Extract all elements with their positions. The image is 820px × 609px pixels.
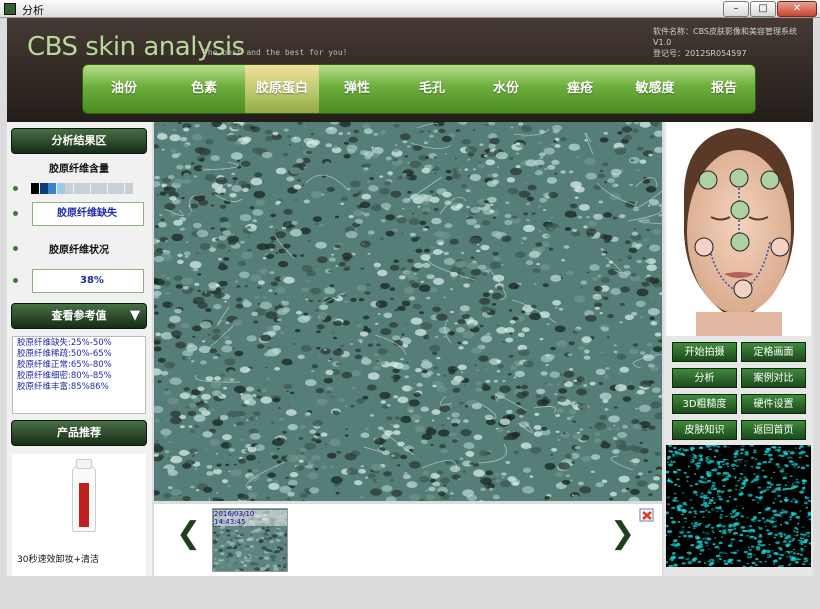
bullet-icon xyxy=(13,278,18,283)
status-bar xyxy=(0,576,820,609)
tab-elasticity[interactable]: 弹性 xyxy=(319,65,395,113)
window-titlebar: 分析 – □ ✕ xyxy=(0,0,820,18)
scale-swatch xyxy=(116,183,124,194)
capture-thumbnail[interactable]: 2016/03/10 14:43:45 xyxy=(212,508,288,572)
scale-swatch xyxy=(107,183,116,194)
software-name: 软件名称：CBS皮肤影像和美容管理系统V1.0 xyxy=(653,27,798,47)
reference-item: 胶原纤维丰富:85%86% xyxy=(17,382,109,392)
point-forehead-center xyxy=(729,168,749,188)
analysis-map-texture xyxy=(666,445,811,567)
scale-swatch xyxy=(124,183,133,194)
status-value: 38% xyxy=(32,269,144,293)
reference-item: 胶原纤维稀疏:50%-65% xyxy=(17,349,112,359)
point-nose xyxy=(730,232,750,252)
product-card[interactable]: 30秒速效卸妆+清洁 xyxy=(12,454,146,576)
control-panel: 开始拍摄 定格画面 分析 案例对比 3D粗糙度 硬件设置 皮肤知识 返回首页 xyxy=(664,122,813,576)
prev-arrow-icon[interactable]: ❮ xyxy=(176,516,201,551)
skin-micro-image xyxy=(154,122,662,501)
software-info: 软件名称：CBS皮肤影像和美容管理系统V1.0 登记号：2012SR054597 xyxy=(653,26,813,59)
bullet-icon xyxy=(13,246,18,251)
collagen-analysis-map xyxy=(666,445,811,567)
reference-item: 胶原纤维正常:65%-80% xyxy=(17,360,112,370)
minimize-button[interactable]: – xyxy=(723,1,749,17)
hardware-settings-button[interactable]: 硬件设置 xyxy=(741,394,806,414)
scale-swatch xyxy=(82,183,90,194)
reference-title: 查看参考值 xyxy=(51,309,107,322)
reference-toggle[interactable]: 查看参考值 ▼ xyxy=(11,303,147,329)
roughness-3d-button[interactable]: 3D粗糙度 xyxy=(672,394,737,414)
window-title: 分析 xyxy=(22,4,44,17)
app-icon xyxy=(4,3,16,15)
scale-swatch xyxy=(65,183,73,194)
face-illustration xyxy=(684,128,794,336)
next-arrow-icon[interactable]: ❯ xyxy=(610,516,635,551)
tab-collagen[interactable]: 胶原蛋白 xyxy=(245,65,319,113)
main-nav: 油份 色素 胶原蛋白 弹性 毛孔 水份 痤疮 敏感度 报告 xyxy=(82,64,756,114)
content-value: 胶原纤维缺失 xyxy=(32,202,144,226)
delete-icon[interactable] xyxy=(638,506,656,524)
case-compare-button[interactable]: 案例对比 xyxy=(741,368,806,388)
start-capture-button[interactable]: 开始拍摄 xyxy=(672,342,737,362)
bullet-icon xyxy=(13,186,18,191)
results-section-header: 分析结果区 xyxy=(11,128,147,154)
register-number: 登记号：2012SR054597 xyxy=(653,49,747,58)
tab-pigment[interactable]: 色素 xyxy=(165,65,243,113)
face-map xyxy=(666,122,811,336)
app-header: CBS skin analysis The best and the best … xyxy=(7,18,813,122)
point-cheek-right xyxy=(770,237,790,257)
maximize-button[interactable]: □ xyxy=(750,1,776,17)
analyze-button[interactable]: 分析 xyxy=(672,368,737,388)
scale-swatch xyxy=(31,183,39,194)
bullet-icon xyxy=(13,211,18,216)
point-forehead-left xyxy=(698,170,718,190)
skin-texture-image xyxy=(154,122,662,501)
scale-swatch xyxy=(73,183,82,194)
tab-oil[interactable]: 油份 xyxy=(83,65,165,113)
tab-report[interactable]: 报告 xyxy=(693,65,755,113)
status-label: 胶原纤维状况 xyxy=(49,245,109,256)
content-label: 胶原纤维含量 xyxy=(49,164,109,175)
reference-item: 胶原纤维细密:80%-85% xyxy=(17,371,112,381)
reference-item: 胶原纤维缺失:25%-50% xyxy=(17,338,112,348)
tab-pores[interactable]: 毛孔 xyxy=(395,65,469,113)
scale-swatch xyxy=(39,183,48,194)
tab-moisture[interactable]: 水份 xyxy=(469,65,543,113)
home-button[interactable]: 返回首页 xyxy=(741,420,806,440)
reference-list: 胶原纤维缺失:25%-50% 胶原纤维稀疏:50%-65% 胶原纤维正常:65%… xyxy=(12,336,146,414)
scale-swatch xyxy=(56,183,65,194)
product-name: 30秒速效卸妆+清洁 xyxy=(17,555,99,565)
point-glabella xyxy=(730,200,750,220)
scale-swatch xyxy=(90,183,99,194)
results-panel: 分析结果区 胶原纤维含量 胶原纤维缺失 胶原纤维状况 38% 查看参考值 ▼ 胶… xyxy=(7,122,152,576)
scale-swatch xyxy=(99,183,107,194)
close-button[interactable]: ✕ xyxy=(777,1,817,17)
tab-acne[interactable]: 痤疮 xyxy=(543,65,617,113)
product-bottle-image xyxy=(72,459,96,532)
point-forehead-right xyxy=(760,170,780,190)
scale-swatch xyxy=(48,183,56,194)
dropdown-triangle-icon: ▼ xyxy=(130,308,140,323)
thumbnail-timestamp: 2016/03/10 14:43:45 xyxy=(214,510,287,526)
thumbnail-strip: ❮ 2016/03/10 14:43:45 ❯ xyxy=(154,504,662,576)
product-section-header: 产品推荐 xyxy=(11,420,147,446)
skin-knowledge-button[interactable]: 皮肤知识 xyxy=(672,420,737,440)
point-cheek-left xyxy=(694,237,714,257)
brand-tagline: The best and the best for you! xyxy=(203,48,348,57)
freeze-frame-button[interactable]: 定格画面 xyxy=(741,342,806,362)
brand-logo: CBS skin analysis xyxy=(27,32,245,62)
point-chin xyxy=(733,279,753,299)
tab-sensitivity[interactable]: 敏感度 xyxy=(617,65,693,113)
